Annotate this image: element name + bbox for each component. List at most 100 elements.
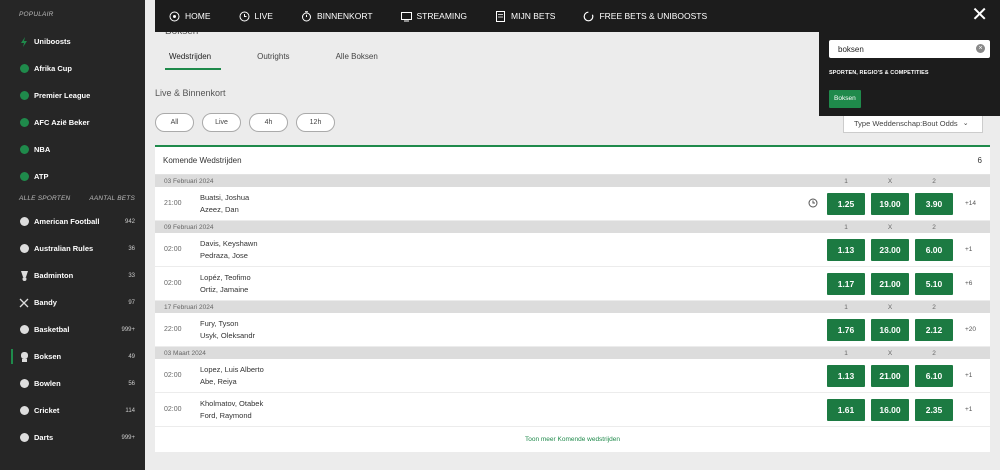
home-participant: Buatsi, Joshua	[200, 192, 250, 202]
odds-button-home[interactable]: 1.13	[827, 239, 865, 261]
filter-12h[interactable]: 12h	[296, 113, 335, 132]
more-markets-link[interactable]: +6	[965, 280, 972, 287]
tab-alle-boksen[interactable]: Alle Boksen	[322, 44, 382, 70]
chevron-down-icon: ⌄	[962, 120, 969, 127]
clock-icon	[808, 198, 818, 208]
search-result-boksen[interactable]: Boksen	[829, 90, 861, 108]
odds-button-home[interactable]: 1.17	[827, 273, 865, 295]
nav-home[interactable]: HOME	[169, 11, 211, 22]
section-title: Live & Binnenkort	[155, 88, 226, 98]
aussie-rules-icon	[19, 244, 29, 254]
sidebar-item-premier-league[interactable]: Premier League	[0, 82, 145, 109]
events-panel: Komende Wedstrijden 6 03 Februari 2024 1…	[155, 145, 990, 452]
shuttlecock-icon	[19, 270, 29, 281]
odds-button-home[interactable]: 1.25	[827, 193, 865, 215]
tennis-icon	[19, 172, 29, 182]
nav-live[interactable]: LIVE	[239, 11, 273, 22]
more-markets-link[interactable]: +1	[965, 246, 972, 253]
search-input[interactable]: boksen ×	[829, 40, 990, 58]
sidebar-item-bowlen[interactable]: Bowlen 56	[0, 370, 145, 397]
search-panel: boksen × SPORTEN, REGIO'S & COMPETITIES …	[819, 32, 1000, 116]
uniboost-icon	[19, 36, 29, 47]
odds-button-draw[interactable]: 16.00	[871, 319, 909, 341]
sidebar-item-uniboosts[interactable]: Uniboosts	[0, 28, 145, 55]
nav-streaming[interactable]: STREAMING	[400, 11, 467, 22]
nav-mijn-bets[interactable]: MIJN BETS	[495, 10, 555, 22]
stopwatch-icon	[301, 10, 312, 22]
show-more-link[interactable]: Toon meer Komende wedstrijden	[155, 427, 990, 452]
boost-icon	[583, 11, 594, 22]
sidebar-popular-header: POPULAIR	[19, 11, 54, 18]
home-participant: Fury, Tyson	[200, 318, 239, 328]
search-results-heading: SPORTEN, REGIO'S & COMPETITIES	[829, 70, 929, 76]
close-search-button[interactable]: ✕	[971, 4, 988, 26]
sidebar-item-atp[interactable]: ATP	[0, 163, 145, 190]
odds-button-draw[interactable]: 19.00	[871, 193, 909, 215]
clear-search-icon[interactable]: ×	[976, 44, 985, 53]
bowling-icon	[19, 379, 29, 389]
sidebar-item-basketbal[interactable]: Basketbal 999+	[0, 316, 145, 343]
basketball-icon	[19, 325, 29, 335]
sidebar-item-australian-rules[interactable]: Australian Rules 36	[0, 235, 145, 262]
basketball-icon	[19, 145, 29, 155]
date-header: 03 Maart 2024 1 X 2	[155, 347, 990, 359]
sidebar-item-afrika-cup[interactable]: Afrika Cup	[0, 55, 145, 82]
tab-wedstrijden[interactable]: Wedstrijden	[155, 44, 222, 70]
cricket-icon	[19, 406, 29, 416]
football-icon	[19, 64, 29, 74]
away-participant: Abe, Reiya	[200, 376, 237, 386]
odds-button-away[interactable]: 3.90	[915, 193, 953, 215]
sidebar-item-darts[interactable]: Darts 999+	[0, 424, 145, 451]
odds-button-draw[interactable]: 21.00	[871, 365, 909, 387]
match-row: 21:00 Buatsi, Joshua Azeez, Dan 1.25 19.…	[155, 187, 990, 221]
away-participant: Ortiz, Jamaine	[200, 284, 249, 294]
odds-button-away[interactable]: 2.12	[915, 319, 953, 341]
darts-icon	[19, 433, 29, 443]
tab-outrights[interactable]: Outrights	[243, 44, 293, 70]
more-markets-link[interactable]: +14	[965, 200, 976, 207]
home-icon	[169, 11, 180, 22]
more-markets-link[interactable]: +20	[965, 326, 976, 333]
bet-type-select[interactable]: Type Weddenschap:Bout Odds ⌄	[843, 113, 983, 133]
sidebar-item-american-football[interactable]: American Football 942	[0, 208, 145, 235]
date-header: 09 Februari 2024 1 X 2	[155, 221, 990, 233]
nav-free-bets-uniboosts[interactable]: FREE BETS & UNIBOOSTS	[583, 11, 707, 22]
home-participant: Lopéz, Teofimo	[200, 272, 251, 282]
home-participant: Davis, Keyshawn	[200, 238, 258, 248]
away-participant: Ford, Raymond	[200, 410, 252, 420]
odds-button-away[interactable]: 2.35	[915, 399, 953, 421]
more-markets-link[interactable]: +1	[965, 372, 972, 379]
sidebar-item-nba[interactable]: NBA	[0, 136, 145, 163]
sidebar-item-boksen[interactable]: Boksen 49	[0, 343, 145, 370]
sidebar-item-badminton[interactable]: Badminton 33	[0, 262, 145, 289]
filter-4h[interactable]: 4h	[249, 113, 288, 132]
odds-button-home[interactable]: 1.76	[827, 319, 865, 341]
filter-all[interactable]: All	[155, 113, 194, 132]
odds-button-away[interactable]: 6.00	[915, 239, 953, 261]
football-icon	[19, 118, 29, 128]
date-header: 17 Februari 2024 1 X 2	[155, 301, 990, 313]
sidebar-item-cricket[interactable]: Cricket 114	[0, 397, 145, 424]
odds-button-away[interactable]: 6.10	[915, 365, 953, 387]
odds-button-draw[interactable]: 21.00	[871, 273, 909, 295]
away-participant: Azeez, Dan	[200, 204, 239, 214]
odds-button-home[interactable]: 1.61	[827, 399, 865, 421]
odds-button-away[interactable]: 5.10	[915, 273, 953, 295]
more-markets-link[interactable]: +1	[965, 406, 972, 413]
betslip-icon	[495, 10, 506, 22]
home-participant: Lopez, Luis Alberto	[200, 364, 264, 374]
boxing-glove-icon	[19, 351, 29, 362]
odds-button-draw[interactable]: 23.00	[871, 239, 909, 261]
sidebar-item-afc-azie-beker[interactable]: AFC Azië Beker	[0, 109, 145, 136]
sidebar-item-bandy[interactable]: Bandy 97	[0, 289, 145, 316]
nav-binnenkort[interactable]: BINNENKORT	[301, 10, 373, 22]
filter-live[interactable]: Live	[202, 113, 241, 132]
odds-button-home[interactable]: 1.13	[827, 365, 865, 387]
away-participant: Usyk, Oleksandr	[200, 330, 256, 340]
match-row: 02:00 Lopez, Luis Alberto Abe, Reiya 1.1…	[155, 359, 990, 393]
match-row: 02:00 Lopéz, Teofimo Ortiz, Jamaine 1.17…	[155, 267, 990, 301]
tabs: Wedstrijden Outrights Alle Boksen	[155, 44, 410, 70]
odds-button-draw[interactable]: 16.00	[871, 399, 909, 421]
sidebar: POPULAIR Uniboosts Afrika Cup Premier Le…	[0, 0, 145, 470]
american-football-icon	[19, 217, 29, 227]
